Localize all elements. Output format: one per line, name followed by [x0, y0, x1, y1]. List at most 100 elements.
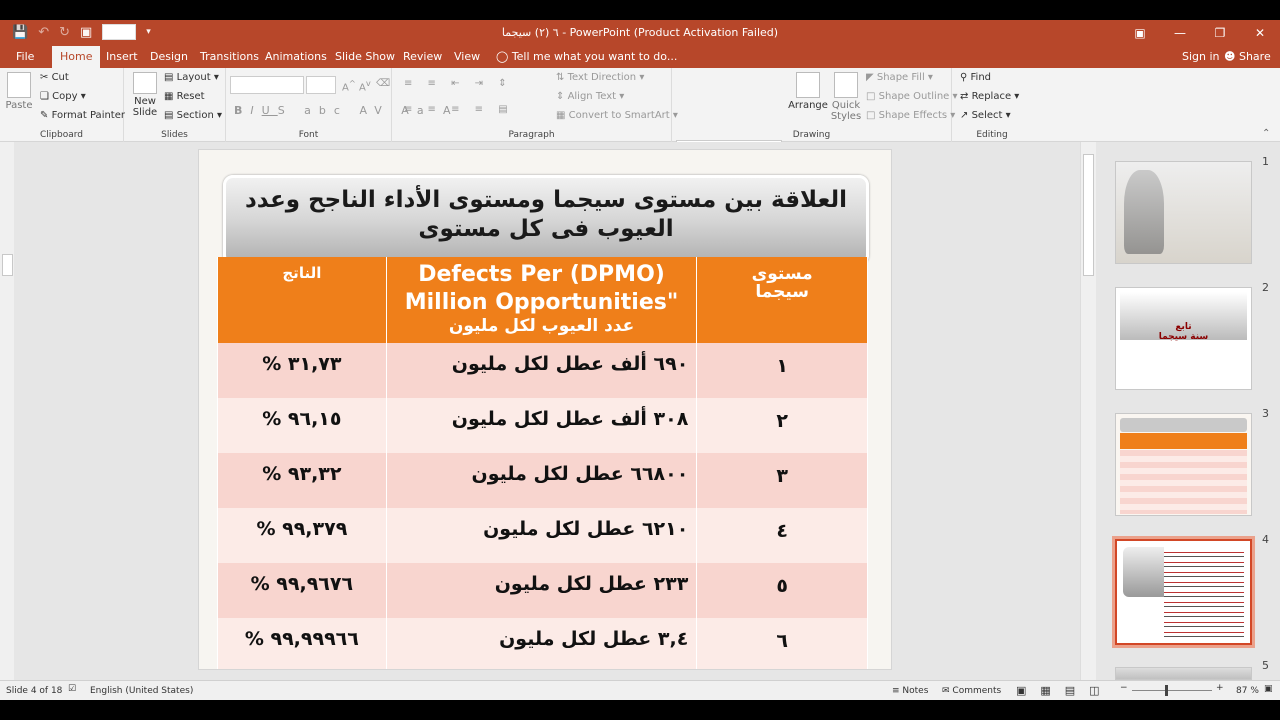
editing-group: ⚲ Find ⇄ Replace ▾ ↗ Select ▾ Editing [952, 68, 1032, 142]
shape-effects-button[interactable]: □ Shape Effects ▾ [866, 110, 955, 121]
zoom-slider[interactable] [1132, 690, 1212, 691]
window-controls: ▣ — ❐ ✕ [1120, 20, 1280, 46]
text-direction-button[interactable]: ⇅ Text Direction ▾ [556, 72, 644, 83]
slide-canvas[interactable]: العلاقة بين مستوى سيجما ومستوى الأداء ال… [198, 149, 892, 670]
copy-button[interactable]: ❏ Copy ▾ [40, 91, 86, 102]
row-level: ٥ [696, 563, 868, 618]
ribbon-display-options-icon[interactable]: ▣ [1120, 20, 1160, 46]
left-scrollbar[interactable] [0, 142, 14, 680]
tab-view[interactable]: View [446, 46, 488, 68]
header-dpmo-en-2: Million Opportunities" [404, 290, 679, 315]
tab-transitions[interactable]: Transitions [192, 46, 267, 68]
ribbon-tabs: File Home Insert Design Transitions Anim… [0, 46, 1280, 68]
row-defects: ٢٣٣ عطل لكل مليون [385, 563, 698, 618]
view-buttons[interactable]: ▣▦▤◫ [1016, 684, 1114, 697]
slide-title-line-2: العيوب فى كل مستوى [418, 216, 674, 242]
share-button[interactable]: ☻ Share [1216, 46, 1279, 68]
tab-review[interactable]: Review [395, 46, 450, 68]
convert-smartart-button[interactable]: ▦ Convert to SmartArt ▾ [556, 110, 678, 121]
thumb-number-2: 2 [1262, 281, 1269, 294]
clipboard-group: Paste ✂ Cut ❏ Copy ▾ ✎ Format Painter Cl… [0, 68, 125, 142]
tab-insert[interactable]: Insert [98, 46, 146, 68]
slide-thumbnail-1[interactable] [1115, 161, 1252, 264]
row-percent: % ٩٣,٣٢ [217, 453, 387, 508]
quick-styles-button[interactable]: Quick Styles [828, 72, 864, 122]
close-icon[interactable]: ✕ [1240, 20, 1280, 46]
tab-design[interactable]: Design [142, 46, 196, 68]
font-group-label: Font [298, 130, 319, 140]
text-direction-label: Text Direction [567, 72, 637, 83]
slide-title: العلاقة بين مستوى سيجما ومستوى الأداء ال… [226, 186, 866, 244]
slide-scrollbar[interactable] [1080, 142, 1096, 680]
new-slide-button[interactable]: New Slide [130, 72, 160, 118]
table-row: % ٩٩,٩٦٧٦ ٢٣٣ عطل لكل مليون ٥ [217, 563, 868, 618]
row-level: ٤ [696, 508, 868, 563]
collapse-ribbon-icon[interactable]: ⌃ [1262, 128, 1270, 139]
paste-button[interactable]: Paste [4, 72, 34, 111]
row-defects: ٣٠٨ ألف عطل لكل مليون [385, 398, 698, 453]
slide-thumbnail-5[interactable] [1115, 667, 1252, 680]
screen-bottom-bar [0, 700, 1280, 720]
paragraph-group: ≡ ≡ ⇤ ⇥ ⇕ ≡ ≡ ≡ ≡ ▤ ⇅ Text Direction ▾ ⇕… [392, 68, 678, 142]
ribbon: Paste ✂ Cut ❏ Copy ▾ ✎ Format Painter Cl… [0, 68, 1280, 190]
thumb-2-title: تابع سنة سيجما [1116, 322, 1251, 342]
tab-animations[interactable]: Animations [257, 46, 335, 68]
arrange-button[interactable]: Arrange [788, 72, 828, 111]
tab-file[interactable]: File [8, 46, 42, 68]
spelling-icon[interactable]: ☑ [68, 684, 76, 694]
minimize-icon[interactable]: — [1160, 20, 1200, 46]
left-scroll-thumb[interactable] [2, 254, 13, 276]
zoom-level[interactable]: 87 % [1236, 686, 1259, 696]
slide-thumbnail-2[interactable]: تابع سنة سيجما [1115, 287, 1252, 390]
maximize-icon[interactable]: ❐ [1200, 20, 1240, 46]
row-percent: % ٩٩,٩٩٩٦٦ [217, 618, 387, 669]
zoom-slider-thumb[interactable] [1165, 685, 1168, 696]
row-level: ٦ [696, 618, 868, 669]
slide-thumbnail-3[interactable] [1115, 413, 1252, 516]
section-button[interactable]: ▤ Section ▾ [164, 110, 222, 121]
align-buttons[interactable]: ≡ ≡ ≡ ≡ ▤ [404, 104, 514, 115]
fit-to-window-icon[interactable]: ▣ [1264, 684, 1273, 694]
layout-button[interactable]: ▤ Layout ▾ [164, 72, 219, 83]
thumb-number-4: 4 [1262, 533, 1269, 546]
header-dpmo-cell: Defects Per (DPMO) Million Opportunities… [385, 257, 698, 343]
select-button[interactable]: ↗ Select ▾ [960, 110, 1011, 121]
find-button[interactable]: ⚲ Find [960, 72, 991, 83]
editing-group-label: Editing [976, 130, 1008, 140]
replace-button[interactable]: ⇄ Replace ▾ [960, 91, 1019, 102]
shape-outline-label: Shape Outline [878, 91, 950, 102]
format-painter-button[interactable]: ✎ Format Painter [40, 110, 125, 121]
zoom-out-icon[interactable]: − [1120, 683, 1128, 693]
header-level-cell: مستوى سيجما [696, 257, 868, 343]
cut-button[interactable]: ✂ Cut [40, 72, 69, 83]
tab-home[interactable]: Home [52, 46, 101, 68]
tab-slide-show[interactable]: Slide Show [327, 46, 403, 68]
notes-button[interactable]: ≡ Notes [892, 686, 928, 696]
font-name-box[interactable] [230, 76, 304, 94]
slide-scroll-thumb[interactable] [1083, 154, 1094, 276]
shape-fill-button[interactable]: ◤ Shape Fill ▾ [866, 72, 933, 83]
tell-me-box[interactable]: ◯ Tell me what you want to do... [488, 46, 685, 68]
sigma-table[interactable]: الناتج Defects Per (DPMO) Million Opport… [217, 257, 868, 669]
zoom-in-icon[interactable]: + [1216, 683, 1224, 693]
slides-group: New Slide ▤ Layout ▾ ▦ Reset ▤ Section ▾ … [124, 68, 226, 142]
replace-label: Replace [971, 91, 1012, 102]
font-size-box[interactable] [306, 76, 336, 94]
quick-styles-label-1: Quick [831, 100, 861, 111]
slide-title-box[interactable]: العلاقة بين مستوى سيجما ومستوى الأداء ال… [223, 175, 869, 265]
comments-button[interactable]: ✉ Comments [942, 686, 1001, 696]
share-label: Share [1238, 50, 1271, 63]
find-label: Find [970, 72, 992, 83]
clear-format-icon[interactable]: ⌫ [376, 78, 390, 89]
slide-thumbnail-4[interactable] [1112, 536, 1255, 648]
align-text-label: Align Text [567, 91, 617, 102]
lightbulb-icon: ◯ [496, 50, 512, 63]
language-indicator[interactable]: English (United States) [90, 686, 193, 696]
reset-button[interactable]: ▦ Reset [164, 91, 205, 102]
arrange-label: Arrange [788, 100, 828, 111]
list-buttons[interactable]: ≡ ≡ ⇤ ⇥ ⇕ [404, 78, 513, 89]
paste-icon [7, 72, 31, 98]
grow-font-icon[interactable]: A^ Av [342, 78, 371, 93]
shape-outline-button[interactable]: □ Shape Outline ▾ [866, 91, 958, 102]
align-text-button[interactable]: ⇕ Align Text ▾ [556, 91, 624, 102]
